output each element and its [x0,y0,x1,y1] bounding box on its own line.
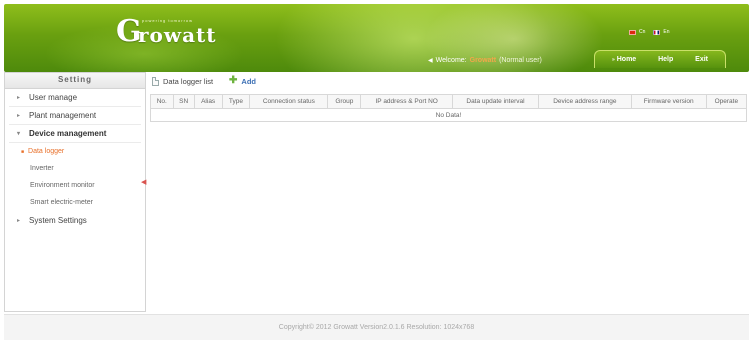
sidebar-item-plant-management[interactable]: ▸ Plant management [9,107,141,125]
home-link[interactable]: » Home [612,56,636,63]
sidebar-subitem-label: Data logger [28,148,65,155]
list-title-label: Data logger list [163,76,214,86]
list-toolbar: Data logger list ✚ Add [150,72,749,90]
col-ip-port[interactable]: IP address & Port NO [360,94,453,109]
add-label: Add [241,76,257,86]
empty-table-message: No Data! [150,108,747,122]
sidebar-item-label: System Settings [29,215,87,225]
col-operate[interactable]: Operate [705,94,748,109]
add-button[interactable]: ✚ Add [229,76,256,86]
sidebar-subitem-label: Inverter [30,165,54,172]
table-header-row: No. SN Alias Type Connection status Grou… [150,94,748,109]
arrow-right-icon: » [611,57,615,63]
sidebar-subitem-inverter[interactable]: Inverter [5,160,145,177]
welcome-label: Welcome: [435,57,467,64]
col-update-interval[interactable]: Data update interval [451,94,539,109]
footer: Copyright© 2012 Growatt Version2.0.1.6 R… [4,314,749,340]
col-alias[interactable]: Alias [193,94,223,109]
sidebar-item-user-manage[interactable]: ▸ User manage [9,89,141,107]
sidebar-item-label: User manage [29,93,78,102]
exit-link[interactable]: Exit [695,56,708,63]
sidebar-item-device-management[interactable]: ▾ Device management [9,125,141,143]
home-label: Home [616,56,637,63]
data-logger-table: No. SN Alias Type Connection status Grou… [150,94,748,122]
plus-icon: ✚ [229,75,238,86]
sidebar-subitem-label: Environment monitor [30,182,95,189]
sidebar-item-label: Plant management [29,111,97,120]
top-nav: » Home Help Exit [594,50,726,68]
help-link[interactable]: Help [658,56,673,63]
username: Growatt [469,57,497,64]
sidebar: Setting ▸ User manage ▸ Plant management… [4,72,146,312]
caret-right-icon: ▸ [17,95,21,101]
sidebar-subitem-data-logger[interactable]: ■ Data logger [5,143,145,160]
lang-en-label: En [663,29,670,35]
caret-right-icon: ▸ [17,217,21,224]
col-sn[interactable]: SN [172,94,195,109]
col-no[interactable]: No. [150,94,174,109]
lang-en[interactable]: En [653,29,670,35]
sidebar-title: Setting [5,73,145,89]
list-title: Data logger list [152,76,214,86]
app-header: G powering tomorrow rowatt Cn En ◀ Welco… [4,4,749,72]
sidebar-item-label: Device management [29,129,107,138]
uk-flag-icon [653,29,661,35]
col-type[interactable]: Type [221,94,251,109]
lang-cn-label: Cn [639,29,646,35]
sidebar-subitem-smart-electric-meter[interactable]: Smart electric-meter [5,194,145,211]
speaker-icon: ◀ [428,58,433,64]
col-firmware-version[interactable]: Firmware version [630,94,707,109]
logo-text: rowatt [138,23,217,47]
copyright-text: Copyright© 2012 Growatt Version2.0.1.6 R… [278,324,475,331]
sidebar-subitem-environment-monitor[interactable]: Environment monitor [5,177,145,194]
table-row: No Data! [150,108,747,122]
col-connection-status[interactable]: Connection status [249,94,329,109]
caret-right-icon: ▸ [17,113,21,119]
bullet-icon: ■ [21,148,25,155]
sidebar-item-system-settings[interactable]: ▸ System Settings [9,211,141,229]
sidebar-subitem-label: Smart electric-meter [30,199,94,206]
cn-flag-icon [629,29,636,35]
col-address-range[interactable]: Device address range [537,94,632,109]
main-content: Data logger list ✚ Add No. SN Alias Type… [150,72,749,312]
welcome-bar: ◀ Welcome: Growatt (Normal user) [428,57,542,64]
lang-cn[interactable]: Cn [629,29,645,35]
collapse-sidebar-icon[interactable]: ◀ [141,178,146,186]
caret-down-icon: ▾ [17,131,21,137]
col-group[interactable]: Group [327,94,362,109]
language-switcher: Cn En [629,29,670,35]
document-icon [152,76,159,86]
user-role: (Normal user) [499,57,542,64]
